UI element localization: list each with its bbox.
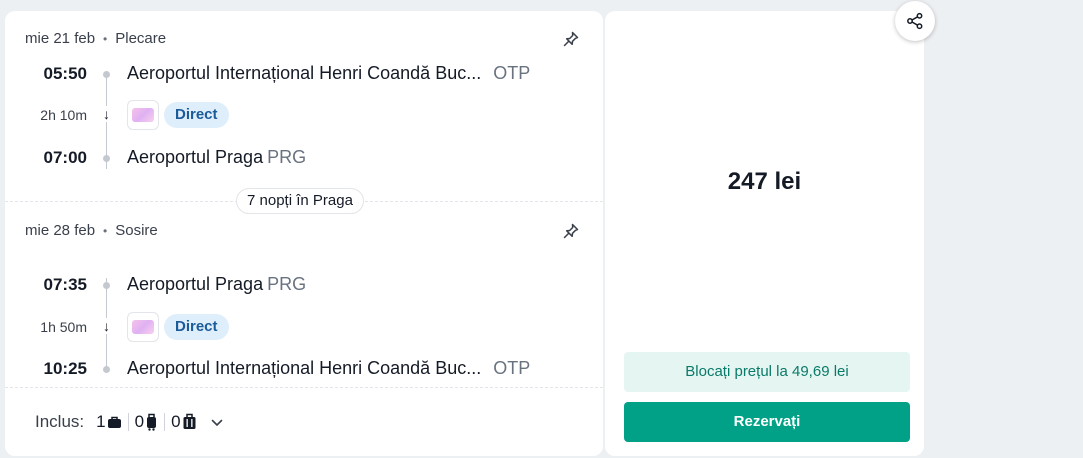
flight-duration: 2h 10m [40, 107, 87, 123]
timeline-dot [103, 71, 110, 78]
departure-row: 05:50 Aeroportul Internațional Henri Coa… [5, 62, 603, 86]
airline-logo [127, 100, 159, 130]
airport-name: Aeroportul Praga [127, 147, 264, 167]
arrow-down-icon: ↓ [100, 106, 113, 122]
book-button[interactable]: Rezervați [624, 402, 910, 442]
flight-duration: 1h 50m [40, 319, 87, 335]
itinerary-card: mie 21 feb • Plecare 05:50 Aeroportul In… [5, 11, 603, 456]
leg-date: mie 21 feb [25, 30, 96, 47]
departure-row: 07:35 Aeroportul Praga PRG [5, 273, 603, 297]
chevron-down-icon[interactable] [211, 412, 223, 432]
personal-item-count: 1 [96, 412, 121, 432]
included-label: Inclus: [35, 412, 85, 431]
arrow-down-icon: ↓ [100, 318, 113, 334]
airline-logo [127, 312, 159, 342]
divider [164, 413, 166, 431]
checked-bag-number: 0 [171, 412, 181, 431]
departure-airport: Aeroportul Internațional Henri Coandă Bu… [127, 63, 530, 84]
airport-name: Aeroportul Praga [127, 274, 264, 294]
leg-type: Sosire [115, 222, 158, 239]
airline-logo-mark [132, 108, 154, 122]
departure-time: 05:50 [43, 64, 87, 83]
airport-code: PRG [267, 274, 307, 294]
return-leg: mie 28 feb • Sosire 07:35 Aeroportul Pra… [5, 201, 603, 387]
airport-name: Aeroportul Internațional Henri Coandă Bu… [127, 358, 482, 378]
outbound-leg: mie 21 feb • Plecare 05:50 Aeroportul In… [5, 11, 603, 201]
share-icon [907, 12, 923, 30]
personal-item-icon [107, 416, 121, 428]
separator-dot: • [103, 223, 108, 238]
separator-dot: • [103, 31, 108, 46]
included-baggage: Inclus: 1 0 0 [5, 387, 603, 456]
leg-header: mie 21 feb • Plecare [25, 30, 166, 47]
arrival-airport: Aeroportul Internațional Henri Coandă Bu… [127, 358, 530, 379]
pin-icon[interactable] [561, 29, 581, 49]
timeline-dot [103, 282, 110, 289]
arrival-row: 07:00 Aeroportul Praga PRG [5, 146, 603, 170]
divider [127, 413, 129, 431]
arrival-airport: Aeroportul Praga PRG [127, 147, 306, 168]
direct-badge: Direct [164, 102, 229, 128]
lock-price-button[interactable]: Blocați prețul la 49,69 lei [624, 352, 910, 392]
duration-row: 2h 10m ↓ Direct [5, 100, 603, 130]
baggage-summary[interactable]: Inclus: 1 0 0 [35, 412, 223, 432]
timeline-dot [103, 366, 110, 373]
stay-duration-badge: 7 nopți în Praga [236, 188, 364, 214]
personal-item-number: 1 [96, 412, 106, 431]
carry-on-number: 0 [134, 412, 145, 431]
share-button[interactable] [895, 1, 935, 41]
pin-icon[interactable] [561, 221, 581, 241]
direct-badge: Direct [164, 314, 229, 340]
leg-header: mie 28 feb • Sosire [25, 222, 158, 239]
total-price: 247 lei [727, 168, 802, 195]
price-card: 247 lei Blocați prețul la 49,69 lei Reze… [605, 11, 924, 456]
timeline-dot [103, 155, 110, 162]
arrival-time: 07:00 [43, 148, 87, 167]
departure-time: 07:35 [43, 275, 87, 294]
departure-airport: Aeroportul Praga PRG [127, 274, 306, 295]
checked-bag-count: 0 [171, 412, 196, 432]
leg-type: Plecare [115, 30, 167, 47]
checked-bag-icon [183, 413, 196, 429]
airport-code: OTP [493, 358, 531, 378]
arrival-time: 10:25 [43, 359, 87, 378]
arrival-row: 10:25 Aeroportul Internațional Henri Coa… [5, 357, 603, 381]
airport-code: PRG [267, 147, 307, 167]
duration-row: 1h 50m ↓ Direct [5, 312, 603, 342]
airline-logo-mark [132, 320, 154, 334]
carry-on-count: 0 [135, 412, 158, 432]
carry-on-icon [147, 413, 157, 431]
airport-code: OTP [493, 63, 531, 83]
airport-name: Aeroportul Internațional Henri Coandă Bu… [127, 63, 482, 83]
leg-date: mie 28 feb [25, 222, 96, 239]
